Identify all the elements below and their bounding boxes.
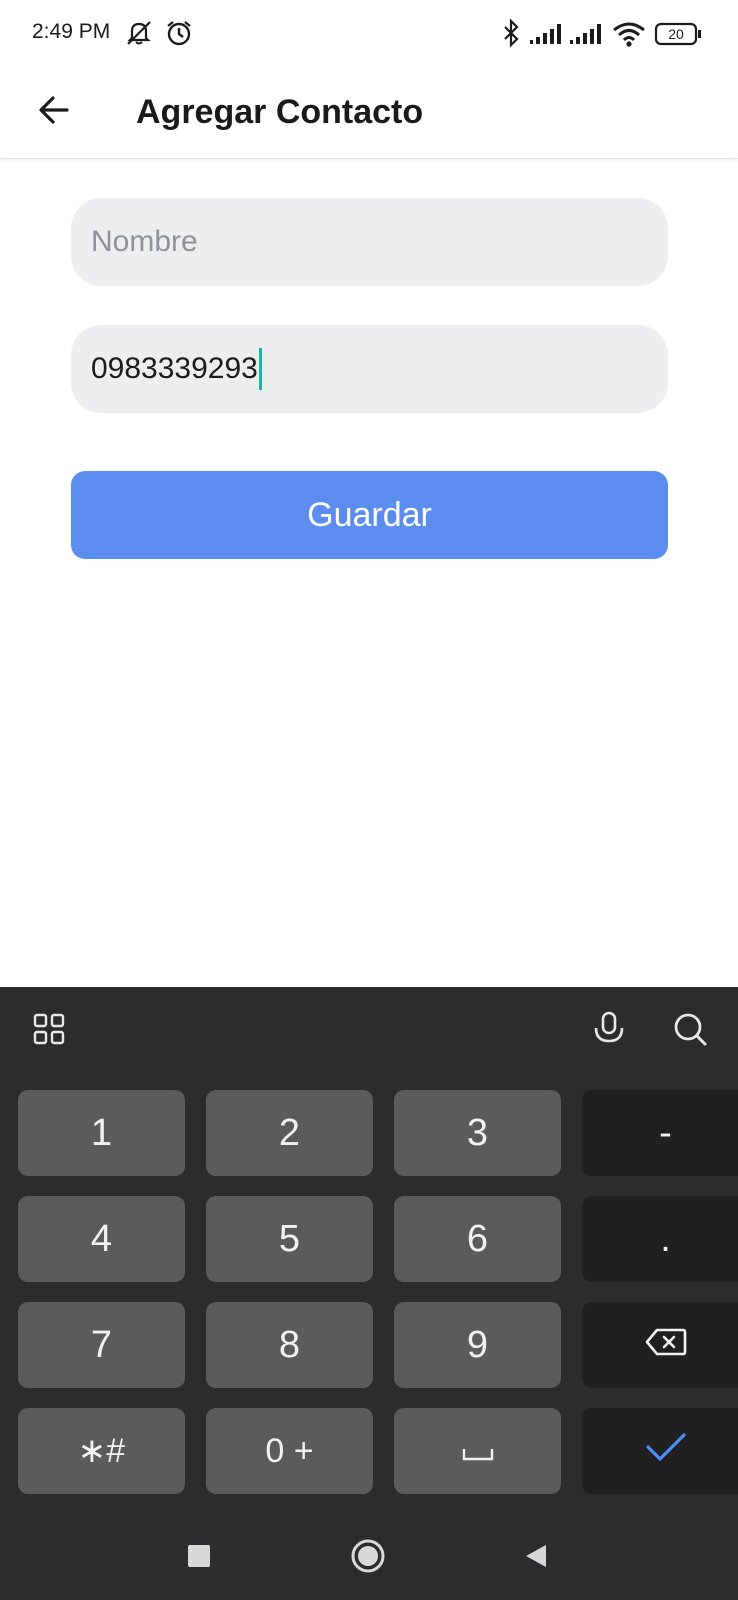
back-button[interactable] [30, 88, 78, 136]
backspace-icon [645, 1324, 687, 1367]
key-4[interactable]: 4 [18, 1196, 185, 1282]
key-3[interactable]: 3 [394, 1090, 561, 1176]
wifi-icon [612, 20, 646, 53]
battery-level: 20 [668, 26, 684, 42]
key-6[interactable]: 6 [394, 1196, 561, 1282]
page-title: Agregar Contacto [136, 93, 424, 131]
signal-icon [568, 22, 604, 51]
phone-input-value[interactable]: 0983339293 [91, 352, 258, 386]
arrow-left-icon [36, 92, 72, 133]
app-bar: Agregar Contacto [0, 68, 738, 159]
search-icon[interactable] [668, 1007, 712, 1051]
alarm-icon [164, 18, 194, 53]
battery-icon: 20 [654, 22, 702, 51]
space-icon [462, 1430, 494, 1473]
key-9[interactable]: 9 [394, 1302, 561, 1388]
key-8[interactable]: 8 [206, 1302, 373, 1388]
home-icon[interactable] [350, 1538, 386, 1574]
numeric-keyboard [0, 987, 738, 1600]
recents-icon[interactable] [185, 1542, 213, 1570]
signal-icon [528, 22, 564, 51]
back-icon[interactable] [522, 1542, 550, 1570]
key-5[interactable]: 5 [206, 1196, 373, 1282]
backspace-key[interactable] [582, 1302, 738, 1388]
name-input[interactable] [91, 225, 648, 259]
key-dot[interactable]: . [582, 1196, 738, 1282]
key-star-hash-label: ∗# [77, 1432, 126, 1470]
text-caret [258, 348, 262, 390]
key-star-hash[interactable]: ∗# [18, 1408, 185, 1494]
microphone-icon[interactable] [587, 1007, 631, 1051]
mute-icon [124, 18, 154, 53]
key-zero-plus[interactable]: 0 + [206, 1408, 373, 1494]
key-dash[interactable]: - [582, 1090, 738, 1176]
save-button[interactable]: Guardar [71, 471, 668, 559]
key-7[interactable]: 7 [18, 1302, 185, 1388]
key-zero-plus-label: 0 + [265, 1431, 314, 1470]
space-key[interactable] [394, 1408, 561, 1494]
done-key[interactable] [582, 1408, 738, 1494]
key-1[interactable]: 1 [18, 1090, 185, 1176]
key-2[interactable]: 2 [206, 1090, 373, 1176]
status-time: 2:49 PM [32, 20, 111, 43]
grid-icon[interactable] [27, 1007, 71, 1051]
phone-field[interactable]: 0983339293 [71, 325, 668, 413]
status-bar: 2:49 PM 20 [0, 0, 738, 68]
name-field[interactable] [71, 198, 668, 286]
bluetooth-icon [500, 18, 524, 53]
check-icon [645, 1430, 687, 1473]
